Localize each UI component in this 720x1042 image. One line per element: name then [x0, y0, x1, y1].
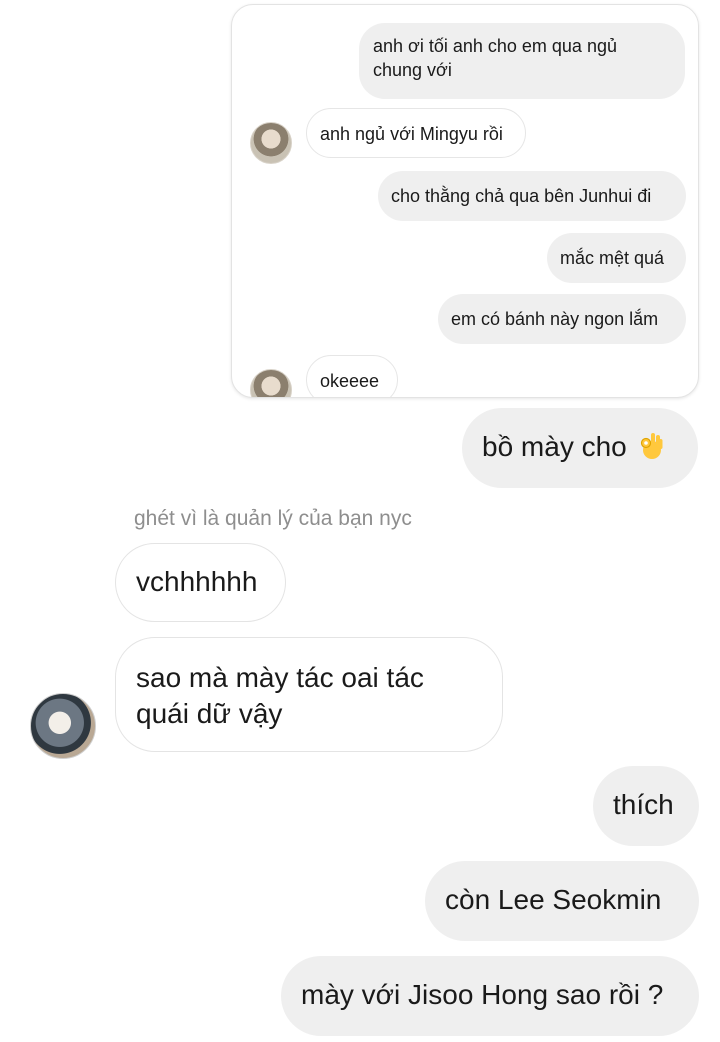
message-text: vchhhhhh	[136, 566, 258, 597]
message-bubble-incoming[interactable]: vchhhhhh	[115, 543, 286, 622]
reply-caption: ghét vì là quản lý của bạn nyc	[134, 507, 412, 530]
quoted-message-text: cho thằng chả qua bên Junhui đi	[391, 186, 652, 206]
message-bubble-outgoing[interactable]: mày với Jisoo Hong sao rồi ?	[281, 956, 699, 1036]
message-bubble-outgoing[interactable]: thích	[593, 766, 699, 846]
message-text: bồ mày cho	[482, 431, 627, 462]
message-bubble-outgoing[interactable]: còn Lee Seokmin	[425, 861, 699, 941]
avatar[interactable]	[250, 122, 292, 164]
quoted-message-text: okeeee	[320, 371, 380, 391]
message-text: mày với Jisoo Hong sao rồi ?	[301, 979, 664, 1010]
quoted-message-bubble[interactable]: anh ngủ với Mingyu rồi	[306, 108, 526, 158]
quoted-message-text: mắc mệt quá	[560, 248, 665, 268]
quoted-message-text: anh ngủ với Mingyu rồi	[320, 124, 503, 144]
quoted-conversation-card: anh ơi tối anh cho em qua ngủ chung với …	[231, 4, 699, 398]
quoted-message-bubble[interactable]: okeeee	[306, 355, 398, 397]
message-text: thích	[613, 789, 674, 820]
message-bubble-incoming[interactable]: sao mà mày tác oai tác quái dữ vậy	[115, 637, 503, 752]
message-text: sao mà mày tác oai tác quái dữ vậy	[136, 662, 424, 729]
quoted-message-bubble[interactable]: em có bánh này ngon lắm	[438, 294, 686, 344]
ok-hand-icon	[637, 431, 663, 461]
quoted-message-bubble[interactable]: cho thằng chả qua bên Junhui đi	[378, 171, 686, 221]
avatar[interactable]	[30, 693, 96, 759]
quoted-message-text: em có bánh này ngon lắm	[451, 309, 659, 329]
avatar[interactable]	[250, 369, 292, 397]
quoted-message-text: anh ơi tối anh cho em qua ngủ chung với	[373, 36, 617, 80]
message-bubble-outgoing[interactable]: bồ mày cho	[462, 408, 698, 488]
quoted-message-bubble[interactable]: mắc mệt quá	[547, 233, 686, 283]
quoted-message-bubble[interactable]: anh ơi tối anh cho em qua ngủ chung với	[359, 23, 685, 99]
message-text: còn Lee Seokmin	[445, 884, 662, 915]
